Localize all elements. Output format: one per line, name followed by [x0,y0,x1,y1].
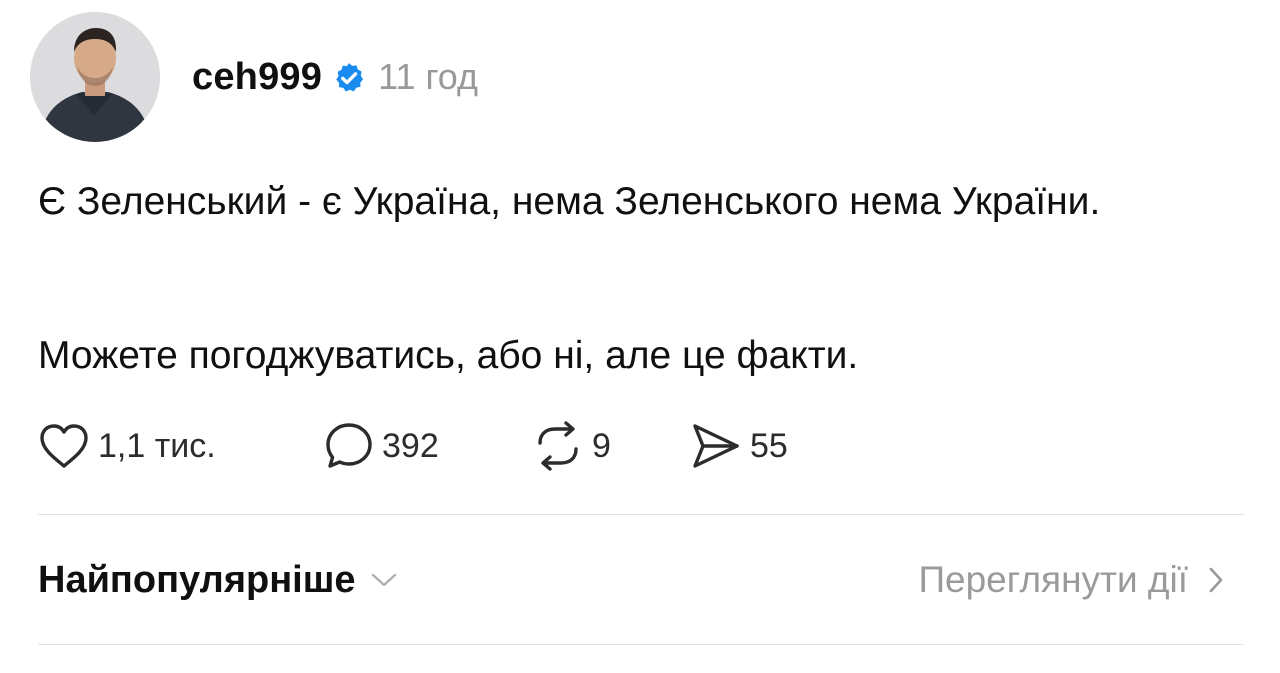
share-count: 55 [750,426,788,465]
heart-icon [40,424,88,468]
chevron-right-icon [1209,567,1223,593]
like-button[interactable]: 1,1 тис. [38,422,324,470]
post-text-paragraph: Є Зеленський - є Україна, нема Зеленсько… [38,180,1101,223]
comment-count: 392 [382,426,439,465]
avatar[interactable] [30,12,160,142]
thread-post: ceh999 11 год Є Зеленський - є Україна, … [0,0,1280,673]
comment-button[interactable]: 392 [324,421,532,471]
repost-arrows-icon [538,421,578,471]
like-count: 1,1 тис. [98,426,216,465]
post-text-paragraph: Можете погоджуватись, або ні, але це фак… [38,334,859,377]
post-actions: 1,1 тис. 392 9 55 [38,418,788,474]
repost-button[interactable]: 9 [532,421,690,471]
post-header: ceh999 11 год [192,52,478,102]
speech-bubble-icon [326,423,372,468]
username[interactable]: ceh999 [192,56,322,99]
share-button[interactable]: 55 [690,421,788,471]
view-activity-link[interactable]: Переглянути дії [918,559,1224,601]
chevron-down-icon [371,573,396,587]
post-timestamp: 11 год [378,56,479,97]
repost-count: 9 [592,426,611,465]
view-activity-label: Переглянути дії [918,559,1188,600]
sort-label: Найпопулярніше [38,558,356,601]
replies-bar: Найпопулярніше Переглянути дії [38,548,1224,612]
avatar-photo [30,12,160,142]
sort-dropdown[interactable]: Найпопулярніше [38,559,398,602]
paper-plane-icon [693,424,739,468]
verified-badge-icon [332,61,366,95]
divider [38,514,1244,515]
divider [38,644,1244,645]
